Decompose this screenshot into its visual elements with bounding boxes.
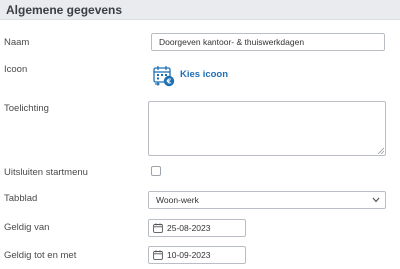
description-textarea[interactable]	[148, 101, 386, 156]
valid-from-label: Geldig van	[4, 222, 50, 233]
choose-icon-link[interactable]: Kies icoon	[180, 69, 228, 80]
valid-from-date-input[interactable]: 25-08-2023	[148, 219, 246, 237]
description-label: Toelichting	[4, 103, 49, 114]
svg-text:€: €	[166, 78, 172, 86]
exclude-startmenu-label: Uitsluiten startmenu	[4, 167, 88, 178]
valid-from-value: 25-08-2023	[167, 223, 211, 233]
valid-until-label: Geldig tot en met	[4, 250, 77, 261]
exclude-startmenu-checkbox[interactable]	[151, 166, 161, 176]
resize-handle-icon[interactable]	[377, 147, 384, 154]
valid-until-date-input[interactable]: 10-09-2023	[148, 246, 246, 264]
tab-label: Tabblad	[4, 193, 38, 204]
general-settings-panel: Algemene gegevens Naam Doorgeven kantoor…	[0, 0, 400, 269]
chevron-down-icon	[372, 197, 380, 203]
name-label: Naam	[4, 37, 30, 48]
calendar-euro-icon[interactable]: €	[153, 65, 175, 87]
calendar-icon[interactable]	[153, 250, 163, 260]
tab-select-value: Woon-werk	[156, 195, 199, 205]
section-header: Algemene gegevens	[0, 0, 400, 20]
calendar-icon[interactable]	[153, 223, 163, 233]
tab-select[interactable]: Woon-werk	[148, 191, 386, 209]
valid-until-value: 10-09-2023	[167, 250, 211, 260]
icon-label: Icoon	[4, 64, 28, 75]
name-input[interactable]: Doorgeven kantoor- & thuiswerkdagen	[151, 33, 385, 51]
